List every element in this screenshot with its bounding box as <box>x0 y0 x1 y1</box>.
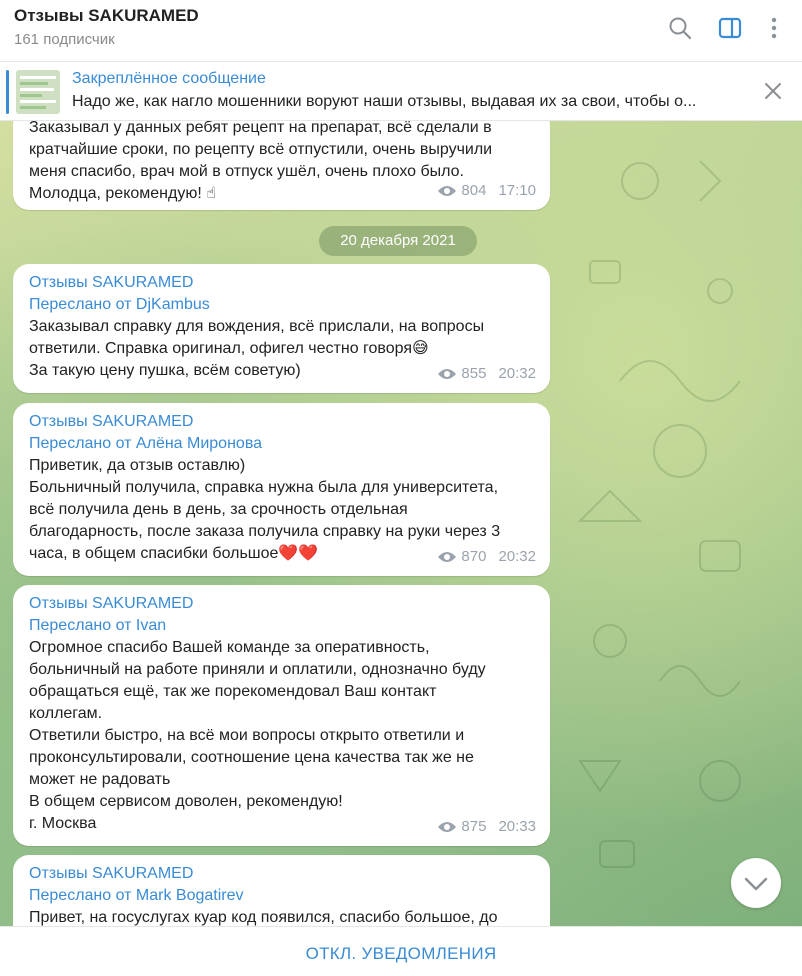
sidebar-toggle-icon[interactable] <box>716 14 744 42</box>
message-bubble[interactable]: Отзывы SAKURAMED Переслано от Mark Bogat… <box>13 855 550 926</box>
message-list[interactable]: Заказывал у данных ребят рецепт на препа… <box>0 121 802 926</box>
message-text: Привет, на госуслугах куар код появился,… <box>29 909 498 926</box>
message-author[interactable]: Отзывы SAKURAMED <box>29 863 534 885</box>
message-author[interactable]: Отзывы SAKURAMED <box>29 272 534 294</box>
pinned-thumbnail <box>16 70 60 114</box>
pinned-label: Закреплённое сообщение <box>72 70 266 87</box>
mute-notifications-button[interactable]: ОТКЛ. УВЕДОМЛЕНИЯ <box>306 944 497 964</box>
message-bubble[interactable]: Отзывы SAKURAMED Переслано от DjKambus З… <box>13 264 550 393</box>
message-bubble[interactable]: Отзывы SAKURAMED Переслано от Алёна Миро… <box>13 403 550 576</box>
view-count: 804 <box>461 182 487 199</box>
view-count: 875 <box>461 818 487 835</box>
message-meta: 804 17:10 <box>437 180 536 202</box>
scroll-down-button[interactable] <box>731 858 781 908</box>
forwarded-from[interactable]: Переслано от DjKambus <box>29 294 534 316</box>
close-icon[interactable] <box>762 80 784 102</box>
pinned-text: Надо же, как нагло мошенники воруют наши… <box>72 93 697 110</box>
message-time: 17:10 <box>498 182 536 199</box>
message-meta: 855 20:32 <box>437 363 536 385</box>
message-time: 20:32 <box>498 548 536 565</box>
forwarded-from[interactable]: Переслано от Ivan <box>29 615 534 637</box>
view-count: 870 <box>461 548 487 565</box>
message-time: 20:32 <box>498 365 536 382</box>
more-vert-icon[interactable] <box>760 14 788 42</box>
pinned-indicator <box>6 70 9 114</box>
bottom-bar: ОТКЛ. УВЕДОМЛЕНИЯ <box>0 926 802 976</box>
chevron-down-icon <box>744 877 768 891</box>
search-icon[interactable] <box>666 14 694 42</box>
date-separator: 20 декабря 2021 <box>319 226 477 256</box>
subscriber-count: 161 подписчик <box>14 31 115 48</box>
views-icon <box>438 552 457 562</box>
message-author[interactable]: Отзывы SAKURAMED <box>29 411 534 433</box>
message-meta: 875 20:33 <box>437 816 536 838</box>
forwarded-from[interactable]: Переслано от Алёна Миронова <box>29 433 534 455</box>
message-bubble[interactable]: Заказывал у данных ребят рецепт на препа… <box>13 121 550 210</box>
chat-header: Отзывы SAKURAMED 161 подписчик <box>0 0 802 62</box>
message-meta: 870 20:32 <box>437 546 536 568</box>
message-text: Огромное спасибо Вашей команде за операт… <box>29 639 486 832</box>
message-author[interactable]: Отзывы SAKURAMED <box>29 593 534 615</box>
channel-title[interactable]: Отзывы SAKURAMED <box>14 6 199 26</box>
pinned-message[interactable]: Закреплённое сообщение Надо же, как нагл… <box>0 62 802 121</box>
views-icon <box>438 822 457 832</box>
views-icon <box>438 186 457 196</box>
forwarded-from[interactable]: Переслано от Mark Bogatirev <box>29 885 534 907</box>
view-count: 855 <box>461 365 487 382</box>
views-icon <box>438 369 457 379</box>
message-bubble[interactable]: Отзывы SAKURAMED Переслано от Ivan Огром… <box>13 585 550 846</box>
message-time: 20:33 <box>498 818 536 835</box>
